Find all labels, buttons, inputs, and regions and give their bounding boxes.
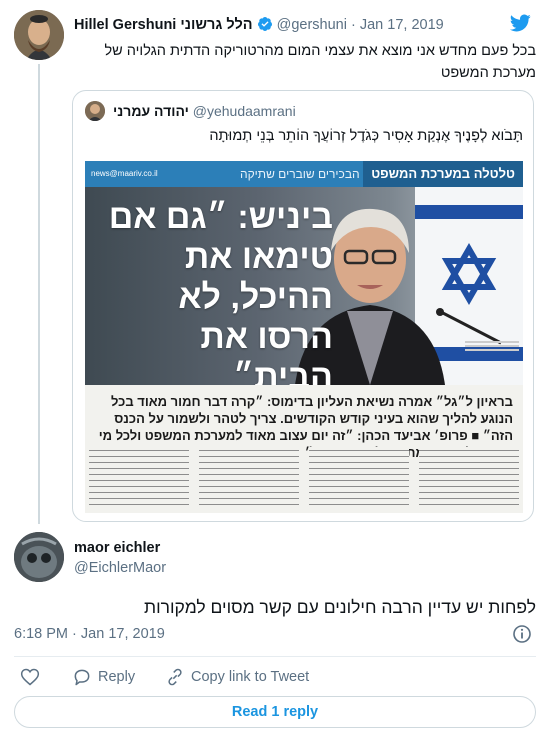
newspaper-clipping-image[interactable]: news@maariv.co.il הבכירים שוברים שתיקה ט… (85, 161, 523, 513)
quoted-author-handle: @yehudaamrani (192, 103, 296, 119)
heart-icon (20, 668, 40, 686)
quoted-author-avatar (85, 101, 105, 121)
newspaper-section-tag: טלטלה במערכת המשפט (363, 161, 523, 187)
copy-link-button[interactable]: Copy link to Tweet (165, 666, 309, 688)
author-handle[interactable]: @gershuni (277, 17, 347, 33)
like-button[interactable] (20, 666, 46, 688)
quoted-tweet[interactable]: יהודה עמרני @yehudaamrani תָּבֹוא לְפָנֶ… (72, 90, 534, 522)
reply-author-name[interactable]: maor eichler (74, 540, 160, 556)
author-name[interactable]: Hillel Gershuni הלל גרשוני (74, 17, 253, 33)
newspaper-photo: ביניש: ״גם אם טימאו את ההיכל, לא הרסו את… (85, 187, 523, 385)
tweet-header: Hillel Gershuni הלל גרשוני @gershuni · Ja… (74, 16, 514, 36)
reply-timestamp[interactable]: 6:18 PM · Jan 17, 2019 (14, 626, 165, 642)
reply-time[interactable]: 6:18 PM (14, 626, 68, 642)
author-avatar[interactable] (14, 10, 64, 60)
tweet-text: בכל פעם מחדש אני מוצא את עצמי המום מהרטו… (104, 43, 536, 81)
verified-badge-icon (257, 16, 273, 36)
divider (14, 656, 536, 657)
photo-caption-lines (465, 339, 519, 353)
newspaper-column (199, 447, 299, 509)
reply-text: לפחות יש עדיין הרבה חילונים עם קשר מסוים… (144, 597, 536, 617)
newspaper-body-columns (89, 447, 519, 509)
reply-author-handle[interactable]: @EichlerMaor (74, 560, 166, 576)
newspaper-column (419, 447, 519, 509)
timestamp-separator: · (72, 626, 77, 642)
reply-date[interactable]: Jan 17, 2019 (81, 626, 165, 642)
header-separator: · (350, 17, 356, 33)
twitter-bird-icon[interactable] (508, 12, 532, 39)
newspaper-section-sub: הבכירים שוברים שתיקה (240, 167, 360, 181)
quoted-author-name: יהודה עמרני (113, 103, 189, 119)
newspaper-column (89, 447, 189, 509)
reply-button[interactable]: Reply (72, 666, 135, 688)
thread-line (38, 64, 40, 524)
quoted-header: יהודה עמרני @yehudaamrani (113, 103, 296, 119)
link-icon (168, 668, 182, 686)
tweet-date[interactable]: Jan 17, 2019 (360, 17, 444, 33)
comment-icon (74, 669, 90, 686)
newspaper-headline: ביניש: ״גם אם טימאו את ההיכל, לא הרסו את… (108, 198, 333, 385)
reply-author-avatar[interactable] (14, 532, 64, 582)
quoted-tweet-text: תָּבֹוא לְפָנֶיךָ אֶנְקַת אָסִיר כְּגֹדֶ… (209, 128, 523, 144)
reply-button-label: Reply (98, 669, 136, 685)
read-replies-button[interactable]: Read 1 reply (14, 696, 536, 728)
newspaper-column (309, 447, 409, 509)
newspaper-site: news@maariv.co.il (91, 169, 158, 178)
copy-link-label: Copy link to Tweet (191, 669, 310, 685)
info-icon[interactable] (512, 624, 532, 649)
